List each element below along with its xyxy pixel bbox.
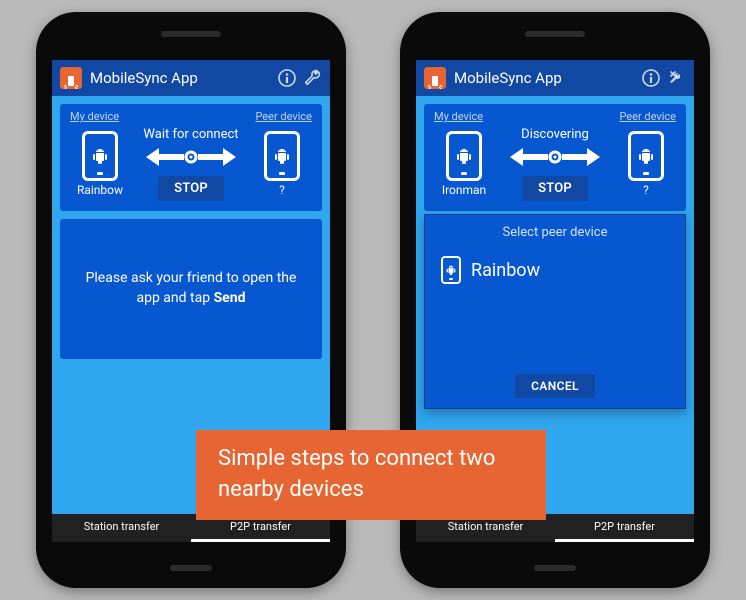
- status-text: Discovering: [521, 127, 589, 142]
- stop-button[interactable]: STOP: [522, 176, 588, 201]
- app-bar: MobileSync App: [52, 60, 330, 96]
- dialog-title: Select peer device: [437, 225, 673, 240]
- tab-p2p-transfer[interactable]: P2P transfer: [555, 514, 694, 542]
- peer-device-link[interactable]: Peer device: [255, 110, 312, 123]
- settings-icon[interactable]: [304, 69, 322, 87]
- message-panel: Please ask your friend to open the app a…: [60, 219, 322, 359]
- instruction-text: Please ask your friend to open the app a…: [78, 269, 304, 308]
- cancel-button[interactable]: CANCEL: [515, 374, 595, 398]
- peer-option-icon: [441, 256, 461, 284]
- app-title: MobileSync App: [90, 69, 270, 87]
- instruction-pre: Please ask your friend to open the app a…: [86, 270, 297, 306]
- pairing-panel: My device Peer device Rainbow Wait for c…: [60, 104, 322, 211]
- peer-device-name: ?: [643, 183, 649, 197]
- marketing-caption: Simple steps to connect two nearby devic…: [196, 430, 546, 520]
- peer-device: ?: [252, 131, 312, 197]
- app-bar: MobileSync App: [416, 60, 694, 96]
- app-logo-icon: [424, 67, 446, 89]
- status-text: Wait for connect: [143, 127, 238, 142]
- my-device-name: Rainbow: [77, 183, 123, 197]
- my-device-link[interactable]: My device: [434, 110, 483, 123]
- my-device: Ironman: [434, 131, 494, 197]
- peer-device-name: ?: [279, 183, 285, 197]
- peer-device: ?: [616, 131, 676, 197]
- app-title: MobileSync App: [454, 69, 634, 87]
- instruction-bold: Send: [214, 290, 246, 306]
- peer-option[interactable]: Rainbow: [437, 252, 673, 288]
- my-device: Rainbow: [70, 131, 130, 197]
- peer-device-icon: [628, 131, 664, 181]
- peer-device-icon: [264, 131, 300, 181]
- app-logo-icon: [60, 67, 82, 89]
- my-device-icon: [82, 131, 118, 181]
- select-peer-dialog: Select peer device Rainbow CANCEL: [424, 214, 686, 409]
- peer-option-label: Rainbow: [471, 260, 540, 281]
- info-icon[interactable]: [642, 69, 660, 87]
- transfer-arrows-icon: [510, 148, 600, 170]
- settings-icon[interactable]: [668, 69, 686, 87]
- stop-button[interactable]: STOP: [158, 176, 224, 201]
- pairing-panel: My device Peer device Ironman Discoverin…: [424, 104, 686, 211]
- my-device-name: Ironman: [442, 183, 486, 197]
- transfer-arrows-icon: [146, 148, 236, 170]
- peer-device-link[interactable]: Peer device: [619, 110, 676, 123]
- info-icon[interactable]: [278, 69, 296, 87]
- my-device-link[interactable]: My device: [70, 110, 119, 123]
- tab-station-transfer[interactable]: Station transfer: [52, 514, 191, 542]
- my-device-icon: [446, 131, 482, 181]
